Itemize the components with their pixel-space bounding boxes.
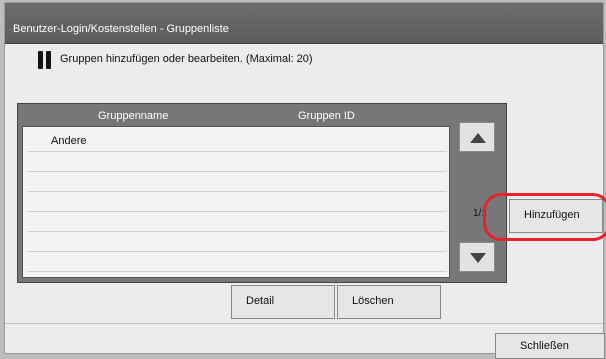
close-button[interactable]: Schließen (495, 333, 605, 359)
detail-button-label: Detail (246, 295, 275, 307)
table-row[interactable] (27, 213, 447, 232)
close-button-label: Schließen (520, 340, 569, 352)
table-row[interactable] (27, 253, 447, 272)
arrow-up-icon (470, 133, 486, 143)
table-row[interactable] (27, 193, 447, 212)
table-row[interactable]: Andere (27, 133, 447, 152)
table-body: Andere (22, 126, 450, 278)
group-name-cell: Andere (51, 135, 87, 147)
group-list-table: Gruppenname Gruppen ID Andere (17, 103, 507, 283)
table-header: Gruppenname Gruppen ID (18, 104, 458, 124)
scroll-up-button[interactable] (459, 122, 495, 152)
divider (5, 323, 603, 324)
table-row[interactable] (27, 173, 447, 192)
dialog-window: Benutzer-Login/Kostenstellen - Gruppenli… (4, 2, 606, 359)
delete-button[interactable]: Löschen (337, 285, 441, 319)
arrow-down-icon (470, 253, 486, 263)
delete-button-label: Löschen (352, 295, 394, 307)
highlight-ring (483, 193, 606, 241)
scrollbar[interactable] (459, 112, 495, 278)
window-title: Benutzer-Login/Kostenstellen - Gruppenli… (13, 23, 229, 35)
instruction-text: Gruppen hinzufügen oder bearbeiten. (Max… (60, 53, 313, 65)
table-row[interactable] (27, 153, 447, 172)
column-header-group-name: Gruppenname (98, 110, 169, 122)
info-icon (35, 49, 57, 71)
column-header-group-id: Gruppen ID (298, 110, 355, 122)
scroll-down-button[interactable] (459, 242, 495, 272)
title-bar: Benutzer-Login/Kostenstellen - Gruppenli… (5, 3, 603, 44)
detail-button[interactable]: Detail (231, 285, 335, 319)
table-row[interactable] (27, 233, 447, 252)
